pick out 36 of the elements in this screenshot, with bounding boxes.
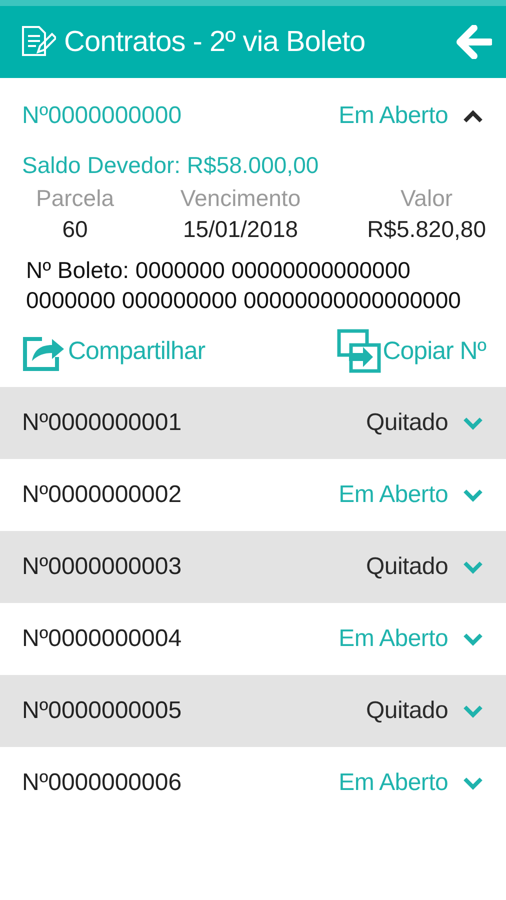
contract-number: Nº0000000001: [22, 409, 183, 437]
back-arrow-icon[interactable]: [456, 25, 492, 59]
column-value: 15/01/2018: [182, 216, 298, 243]
chevron-up-icon[interactable]: [462, 109, 484, 123]
contract-status: Em Aberto: [338, 769, 448, 797]
contract-status: Quitado: [366, 553, 448, 581]
contract-status: Quitado: [366, 409, 448, 437]
column-label: Vencimento: [180, 185, 301, 212]
contract-row[interactable]: Nº0000000005 Quitado: [0, 675, 506, 747]
balance-text: Saldo Devedor: R$58.000,00: [22, 152, 320, 179]
chevron-down-icon[interactable]: [462, 704, 484, 718]
contract-number: Nº0000000002: [22, 481, 183, 509]
contract-status: Em Aberto: [338, 481, 448, 509]
chevron-down-icon[interactable]: [462, 488, 484, 502]
chevron-down-icon[interactable]: [462, 416, 484, 430]
column-label: Parcela: [36, 185, 114, 212]
contract-row[interactable]: Nº0000000003 Quitado: [0, 531, 506, 603]
contract-number: Nº0000000004: [22, 625, 183, 653]
document-edit-icon: [20, 25, 56, 59]
contract-number: Nº0000000005: [22, 697, 183, 725]
contract-number: Nº0000000006: [22, 769, 183, 797]
contract-row[interactable]: Nº0000000001 Quitado: [0, 387, 506, 459]
contract-number: Nº0000000000: [22, 102, 183, 130]
copy-icon: [336, 329, 381, 373]
contract-status: Em Aberto: [338, 102, 448, 130]
chevron-down-icon[interactable]: [462, 632, 484, 646]
column-value: 60: [62, 216, 88, 243]
contract-status: Em Aberto: [338, 625, 448, 653]
contract-number: Nº0000000003: [22, 553, 183, 581]
contract-status: Quitado: [366, 697, 448, 725]
chevron-down-icon[interactable]: [462, 776, 484, 790]
screen-title: Contratos - 2º via Boleto: [64, 26, 366, 58]
column-label: Valor: [400, 185, 453, 212]
boleto-number: Nº Boleto: 0000000 00000000000000 0000000 000000000 00000000000000000: [26, 256, 462, 315]
column-value: R$5.820,80: [367, 216, 486, 243]
chevron-down-icon[interactable]: [462, 560, 484, 574]
